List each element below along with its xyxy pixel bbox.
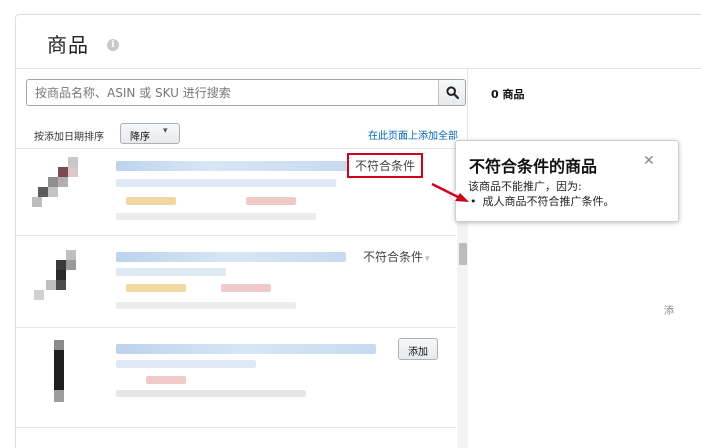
product-title-blur <box>116 161 351 171</box>
selected-products-panel: 0 商品 <box>469 69 701 448</box>
list-item: 不符合条件 <box>16 149 456 236</box>
popover-body: 该商品不能推广，因为: <box>468 180 582 193</box>
sort-order-dropdown[interactable]: 降序 ▾ <box>120 123 180 144</box>
close-icon[interactable]: ✕ <box>643 153 655 169</box>
product-meta-blur <box>116 390 306 397</box>
add-all-link[interactable]: 在此页面上添加全部 <box>368 127 458 142</box>
search-input[interactable] <box>27 80 439 105</box>
chevron-down-icon: ▾ <box>425 254 430 264</box>
info-icon[interactable]: i <box>107 39 119 51</box>
product-image <box>34 250 94 310</box>
product-title-blur <box>116 252 346 262</box>
ineligible-status[interactable]: 不符合条件 <box>347 153 424 178</box>
product-meta-blur <box>116 213 316 220</box>
ineligible-status-label: 不符合条件 <box>363 250 424 264</box>
ineligible-popover: 不符合条件的商品 ✕ 该商品不能推广，因为: • 成人商品不符合推广条件。 <box>449 140 679 222</box>
product-price-blur <box>221 284 271 292</box>
ineligible-status-label: 不符合条件 <box>355 159 416 173</box>
product-title-blur <box>116 344 376 354</box>
product-price-blur <box>126 284 186 292</box>
chevron-down-icon: ▾ <box>163 126 168 136</box>
ineligible-status[interactable]: 不符合条件 ▾ <box>363 248 430 265</box>
panel-header: 商品 i <box>16 15 701 69</box>
search-button[interactable] <box>438 80 465 105</box>
product-price-blur <box>246 197 296 205</box>
add-button[interactable]: 添加 <box>398 338 438 360</box>
search-box <box>26 79 466 106</box>
popover-reason: • 成人商品不符合推广条件。 <box>470 193 615 209</box>
selected-count: 0 商品 <box>491 88 525 101</box>
product-title-blur <box>116 268 226 276</box>
product-title-blur <box>116 179 336 187</box>
product-list: 不符合条件 不符合条件 ▾ 添加 <box>16 149 456 448</box>
sort-row: 按添加日期排序 降序 ▾ 在此页面上添加全部 <box>16 119 468 149</box>
product-search-panel: 按添加日期排序 降序 ▾ 在此页面上添加全部 <box>16 69 468 448</box>
product-title-blur <box>116 360 256 368</box>
product-image <box>46 340 76 410</box>
products-panel: 商品 i 按添加日期排序 降序 ▾ 在此页面上添加全部 <box>15 14 701 448</box>
scrollbar-thumb[interactable] <box>459 243 467 265</box>
popover-reason-text: 成人商品不符合推广条件。 <box>482 195 615 208</box>
search-icon <box>446 86 459 99</box>
list-item: 不符合条件 ▾ <box>16 236 456 328</box>
add-button-label: 添加 <box>408 347 428 358</box>
clipped-text: 添 <box>664 306 674 317</box>
bullet: • <box>470 195 477 208</box>
sort-label: 按添加日期排序 <box>34 132 104 143</box>
page-title: 商品 <box>47 33 89 57</box>
product-price-blur <box>146 376 186 384</box>
product-meta-blur <box>116 302 296 309</box>
sort-order-value: 降序 <box>130 132 150 143</box>
list-item: 添加 <box>16 328 456 428</box>
product-price-blur <box>126 197 176 205</box>
popover-title: 不符合条件的商品 <box>469 157 598 176</box>
product-image <box>32 157 88 217</box>
